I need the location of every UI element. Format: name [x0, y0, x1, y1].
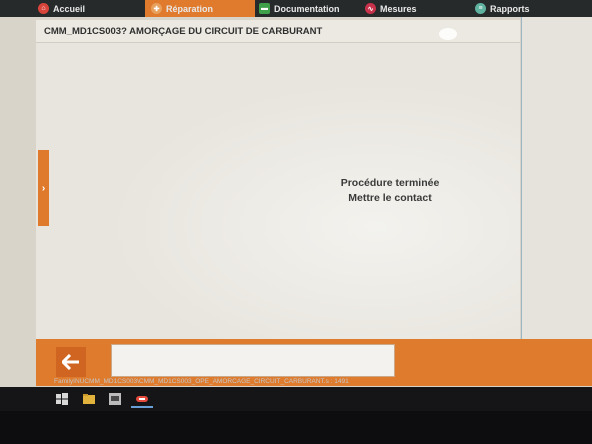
- script-path-status: FamilyINUCMM_MD1CS003\CMM_MD1CS003_OPE_A…: [36, 377, 592, 387]
- diagnostic-app-icon[interactable]: [135, 392, 149, 406]
- file-explorer-icon[interactable]: [82, 392, 96, 406]
- expand-side-panel-button[interactable]: ›: [38, 150, 49, 226]
- procedure-message: Procédure terminée Mettre le contact: [290, 176, 490, 206]
- tab-documentation[interactable]: ▬ Documentation: [255, 0, 365, 17]
- tab-rapports[interactable]: ≡ Rapports: [475, 0, 585, 17]
- tab-reparation[interactable]: ✚ Réparation: [145, 0, 255, 17]
- chevron-right-icon: ›: [41, 182, 46, 194]
- tab-mesures-label: Mesures: [380, 3, 417, 14]
- home-icon: ⌂: [38, 3, 49, 14]
- tab-reparation-label: Réparation: [166, 3, 214, 14]
- windows-taskbar: [0, 387, 592, 411]
- wrench-icon: ✚: [151, 3, 162, 14]
- tab-accueil[interactable]: ⌂ Accueil: [0, 0, 140, 17]
- message-box: [111, 344, 395, 377]
- main-tab-bar: ⌂ Accueil ✚ Réparation ▬ Documentation ∿…: [0, 0, 592, 17]
- arrow-left-icon: [62, 354, 79, 370]
- tab-documentation-label: Documentation: [274, 3, 340, 14]
- message-line-ignition: Mettre le contact: [348, 192, 432, 204]
- tab-accueil-label: Accueil: [53, 3, 86, 14]
- tab-mesures[interactable]: ∿ Mesures: [365, 0, 475, 17]
- message-line-completed: Procédure terminée: [340, 177, 440, 189]
- right-side-panel: [521, 17, 592, 339]
- folder-icon: ▬: [259, 3, 270, 14]
- diagnostic-app-window: ⌂ Accueil ✚ Réparation ▬ Documentation ∿…: [0, 0, 592, 392]
- procedure-title: CMM_MD1CS003? AMORÇAGE DU CIRCUIT DE CAR…: [44, 25, 323, 37]
- active-app-indicator: [131, 406, 153, 408]
- screen-glare: [439, 28, 457, 40]
- back-button[interactable]: [56, 347, 86, 377]
- app-window-icon[interactable]: [108, 392, 122, 406]
- waveform-icon: ∿: [365, 3, 376, 14]
- windows-start-icon[interactable]: [55, 392, 69, 406]
- script-path-text: FamilyINUCMM_MD1CS003\CMM_MD1CS003_OPE_A…: [54, 378, 349, 385]
- tab-rapports-label: Rapports: [490, 3, 530, 14]
- report-icon: ≡: [475, 3, 486, 14]
